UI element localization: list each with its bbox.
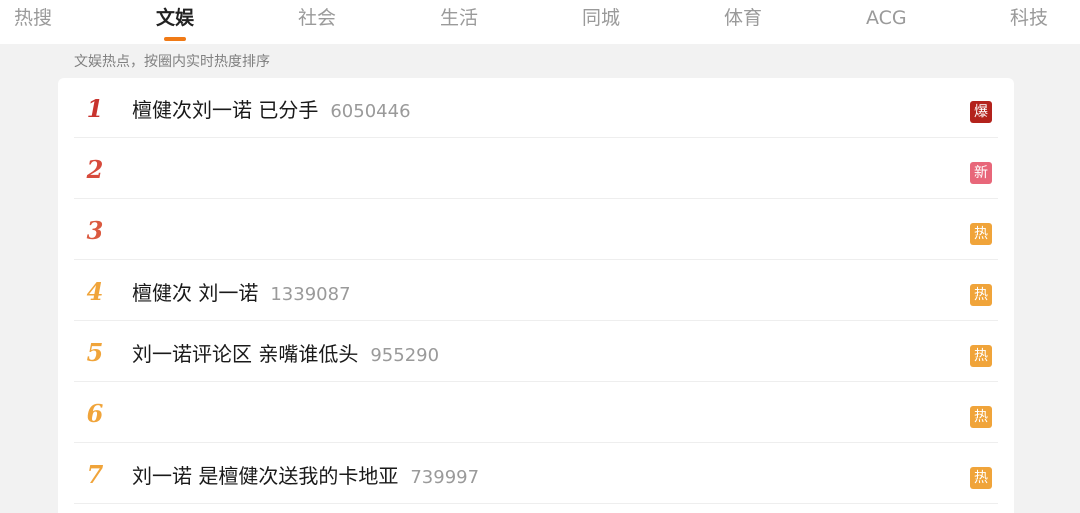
row-divider xyxy=(74,381,998,382)
row-divider xyxy=(74,259,998,260)
row-divider xyxy=(74,198,998,199)
row-divider xyxy=(74,137,998,138)
topic-text: 刘一诺评论区 亲嘴谁低头 xyxy=(132,342,359,366)
trending-row[interactable]: 7 刘一诺 是檀健次送我的卡地亚 739997 热 xyxy=(58,444,1014,504)
trending-row[interactable]: 3 热 xyxy=(58,200,1014,260)
topic-title[interactable]: 檀健次刘一诺 已分手 6050446 xyxy=(132,97,411,123)
row-divider xyxy=(74,320,998,321)
topic-text: 檀健次刘一诺 已分手 xyxy=(132,98,319,122)
tab-acg[interactable]: ACG xyxy=(866,6,907,30)
trending-list: 1 檀健次刘一诺 已分手 6050446 爆 2 新 3 热 4 檀健次 刘一诺 1… xyxy=(58,78,1014,513)
heat-count: 6050446 xyxy=(330,101,411,122)
section-subtitle: 文娱热点，按圈内实时热度排序 xyxy=(74,54,270,70)
active-tab-indicator xyxy=(164,37,186,41)
trending-row[interactable]: 2 新 xyxy=(58,139,1014,199)
rank-number: 4 xyxy=(86,277,104,306)
trending-row[interactable]: 1 檀健次刘一诺 已分手 6050446 爆 xyxy=(58,78,1014,138)
row-divider xyxy=(74,503,998,504)
trending-row[interactable]: 6 热 xyxy=(58,383,1014,443)
new-badge: 新 xyxy=(970,162,992,184)
hot-badge: 热 xyxy=(970,345,992,367)
category-tab-bar: 热搜 文娱 社会 生活 同城 体育 ACG 科技 xyxy=(0,0,1080,44)
row-divider xyxy=(74,442,998,443)
hot-badge: 热 xyxy=(970,467,992,489)
tab-tech[interactable]: 科技 xyxy=(1010,6,1048,30)
trending-row[interactable]: 4 檀健次 刘一诺 1339087 热 xyxy=(58,261,1014,321)
heat-count: 955290 xyxy=(370,345,440,366)
tab-entertainment[interactable]: 文娱 xyxy=(156,6,194,30)
hot-badge: 热 xyxy=(970,223,992,245)
explosive-badge: 爆 xyxy=(970,101,992,123)
hot-badge: 热 xyxy=(970,406,992,428)
rank-number: 7 xyxy=(86,460,104,489)
topic-text: 檀健次 刘一诺 xyxy=(132,281,259,305)
tab-hot-search[interactable]: 热搜 xyxy=(14,6,52,30)
topic-title[interactable]: 刘一诺评论区 亲嘴谁低头 955290 xyxy=(132,341,439,367)
heat-count: 1339087 xyxy=(270,284,351,305)
rank-number: 1 xyxy=(86,94,104,123)
heat-count: 739997 xyxy=(410,467,480,488)
topic-text: 刘一诺 是檀健次送我的卡地亚 xyxy=(132,464,399,488)
rank-number: 6 xyxy=(86,399,104,428)
tab-life[interactable]: 生活 xyxy=(440,6,478,30)
tab-society[interactable]: 社会 xyxy=(298,6,336,30)
tab-sports[interactable]: 体育 xyxy=(724,6,762,30)
trending-row[interactable]: 5 刘一诺评论区 亲嘴谁低头 955290 热 xyxy=(58,322,1014,382)
topic-title[interactable]: 刘一诺 是檀健次送我的卡地亚 739997 xyxy=(132,463,479,489)
rank-number: 2 xyxy=(86,155,104,184)
tab-local[interactable]: 同城 xyxy=(582,6,620,30)
hot-badge: 热 xyxy=(970,284,992,306)
rank-number: 5 xyxy=(86,338,104,367)
topic-title[interactable]: 檀健次 刘一诺 1339087 xyxy=(132,280,351,306)
rank-number: 3 xyxy=(86,216,104,245)
